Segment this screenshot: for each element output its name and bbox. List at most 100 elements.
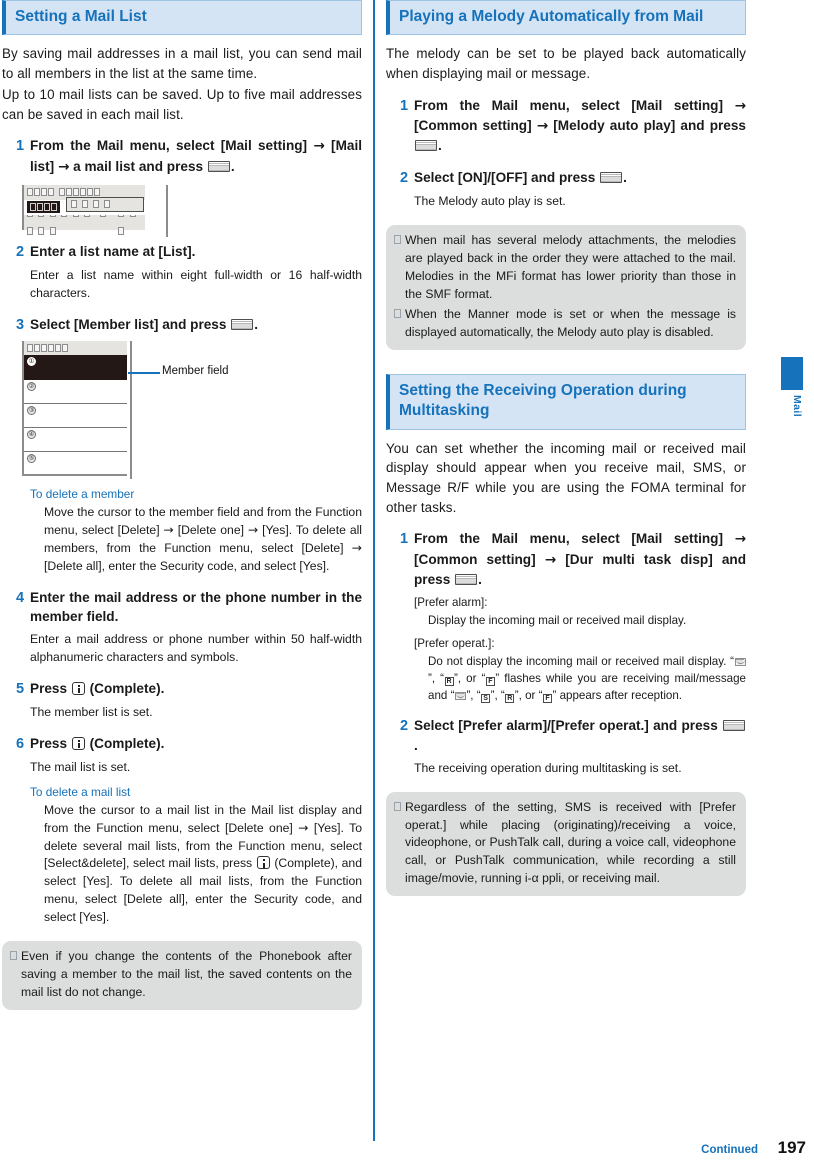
step-text-part: (Complete). xyxy=(85,735,165,751)
arrow-icon: → xyxy=(536,118,549,135)
glyph-box xyxy=(55,344,61,353)
glyph-box xyxy=(41,344,47,353)
step-text: Select [Prefer alarm]/[Prefer operat.] a… xyxy=(414,716,746,755)
glyph-box xyxy=(27,227,33,236)
text-part: ” appears after reception. xyxy=(552,689,683,703)
glyph-box xyxy=(51,203,57,212)
multitask-step-2: 2 Select [Prefer alarm]/[Prefer operat.]… xyxy=(386,716,746,755)
multitask-step-1: 1 From the Mail menu, select [Mail setti… xyxy=(386,529,746,589)
tofu-bullet-icon xyxy=(394,799,405,889)
arrow-icon: → xyxy=(734,97,746,114)
step-number: 1 xyxy=(400,531,409,548)
glyph-box xyxy=(48,344,54,353)
mock-member-row-4: ④ xyxy=(24,428,127,453)
step-6-body: The mail list is set. xyxy=(30,760,131,775)
mock-member-row-3: ③ xyxy=(24,404,127,429)
glyph-box xyxy=(44,203,50,212)
row-number: ③ xyxy=(27,406,36,416)
function-key-icon xyxy=(71,681,85,695)
note-item: When the Manner mode is set or when the … xyxy=(394,306,736,342)
tofu-bullet-icon xyxy=(10,948,21,1002)
melody-step-2: 2 Select [ON]/[OFF] and press . xyxy=(386,168,746,189)
note-item: Even if you change the contents of the P… xyxy=(10,948,352,1002)
row-number: ② xyxy=(27,382,36,392)
intro-paragraph-2: Up to 10 mail lists can be saved. Up to … xyxy=(2,86,362,122)
step-number: 1 xyxy=(16,138,25,155)
delete-mail-list-body: Move the cursor to a mail list in the Ma… xyxy=(44,802,362,928)
envelope-mark-icon xyxy=(454,692,466,701)
text-part: ”, “ xyxy=(466,689,481,703)
mock-mail-list-display xyxy=(22,184,362,237)
option-label-prefer-alarm: [Prefer alarm]: xyxy=(414,596,488,610)
mock-right-edge xyxy=(130,341,132,480)
step-4: 4 Enter the mail address or the phone nu… xyxy=(2,588,362,627)
message-r-mark-icon: R xyxy=(505,694,515,704)
section-heading-multitasking: Setting the Receiving Operation during M… xyxy=(386,373,746,430)
glyph-box xyxy=(118,227,125,236)
glyph-box xyxy=(87,188,93,197)
sms-mark-icon: S xyxy=(481,694,491,704)
step-1: 1 From the Mail menu, select [Mail setti… xyxy=(2,136,362,177)
mock-member-row-1: ① xyxy=(24,355,127,381)
mock-member-row-5: ⑤ xyxy=(24,452,127,477)
glyph-box xyxy=(27,344,33,353)
step-text: Enter the mail address or the phone numb… xyxy=(30,589,362,624)
mock-submenu-popup xyxy=(66,196,144,212)
note-text: Even if you change the contents of the P… xyxy=(21,949,352,1000)
envelope-mark-icon xyxy=(734,657,746,666)
note-box-melody: When mail has several melody attachments… xyxy=(386,225,746,350)
step-text: Press (Complete). xyxy=(30,679,362,700)
section-heading-mail-list: Setting a Mail List xyxy=(2,0,362,36)
mock-highlight-chip xyxy=(27,201,60,214)
step-text-part: From the Mail menu, select [Mail setting… xyxy=(414,97,735,113)
arrow-icon: → xyxy=(57,158,70,175)
continued-label: Continued xyxy=(701,1144,758,1156)
glyph-box xyxy=(71,200,77,209)
step-text-part: . xyxy=(230,158,235,174)
tofu-bullet-icon xyxy=(394,306,405,342)
option-desc-prefer-alarm: Display the incoming mail or received ma… xyxy=(428,614,687,628)
glyph-box xyxy=(34,188,40,197)
select-key-icon xyxy=(600,171,623,183)
glyph-box xyxy=(73,188,79,197)
glyph-box xyxy=(41,188,47,197)
mock-screen-frame: ① ② ③ ④ ⑤ xyxy=(22,341,127,477)
callout-leader-line xyxy=(128,372,160,375)
glyph-box xyxy=(38,227,45,236)
step-text-part: . xyxy=(478,571,482,587)
text-part: ”, or “ xyxy=(514,689,543,703)
step-text: Press (Complete). xyxy=(30,734,362,755)
step-text-part: . xyxy=(623,169,627,185)
glyph-box xyxy=(37,203,43,212)
step-number: 1 xyxy=(400,97,409,114)
step-2-body: Enter a list name within eight full-widt… xyxy=(30,268,362,301)
text-part: ”, or “ xyxy=(454,672,486,685)
message-f-mark-icon: F xyxy=(542,694,552,704)
row-number: ⑤ xyxy=(27,454,36,464)
note-item: Regardless of the setting, SMS is receiv… xyxy=(394,799,736,889)
glyph-box xyxy=(59,188,65,197)
glyph-box xyxy=(30,203,36,212)
arrow-icon: → xyxy=(544,551,557,568)
row-number: ① xyxy=(27,357,36,367)
step-text-part: From the Mail menu, select [Mail setting… xyxy=(414,531,735,547)
step-2: 2 Enter a list name at [List]. xyxy=(2,242,362,263)
glyph-box xyxy=(80,188,86,197)
note-text: When mail has several melody attachments… xyxy=(405,233,736,301)
mock-title-bar xyxy=(24,341,127,356)
step-text: From the Mail menu, select [Mail setting… xyxy=(414,529,746,589)
step-text-part: [Melody auto play] and press xyxy=(548,118,746,134)
step-5-body: The member list is set. xyxy=(30,705,153,720)
note-box-multitasking: Regardless of the setting, SMS is receiv… xyxy=(386,791,746,897)
step-number: 2 xyxy=(16,243,25,260)
mock-member-row-2: ② xyxy=(24,380,127,405)
message-f-mark-icon: F xyxy=(485,677,495,686)
note-text: When the Manner mode is set or when the … xyxy=(405,306,736,339)
step-number: 6 xyxy=(16,735,25,752)
melody-intro-paragraph: The melody can be set to be played back … xyxy=(386,46,746,82)
step-text: Enter a list name at [List]. xyxy=(30,243,196,259)
mock-screen-frame xyxy=(22,184,168,237)
mock-softkey-bar xyxy=(24,209,145,236)
step-text: From the Mail menu, select [Mail setting… xyxy=(30,136,362,177)
step-text-part: [Common setting] xyxy=(414,118,537,134)
